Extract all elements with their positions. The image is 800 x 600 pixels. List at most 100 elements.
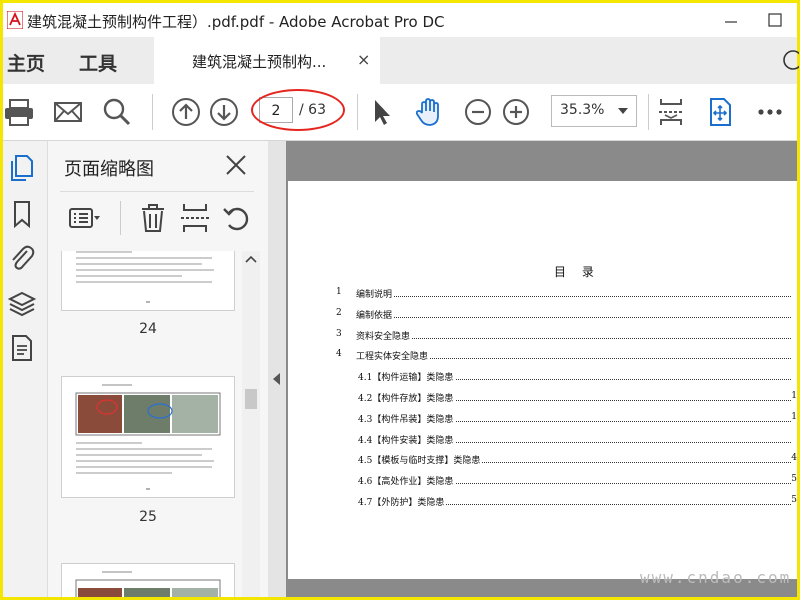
thumbnail-page-content xyxy=(75,384,221,490)
more-options-icon[interactable] xyxy=(754,96,786,128)
print-icon[interactable] xyxy=(3,96,35,128)
window-title: 建筑混凝土预制构件工程）.pdf.pdf - Adobe Acrobat Pro… xyxy=(27,13,445,31)
title-bar: 建筑混凝土预制构件工程）.pdf.pdf - Adobe Acrobat Pro… xyxy=(3,3,797,37)
tab-strip: 主页 工具 建筑混凝土预制构... × xyxy=(3,37,799,84)
toc-entry-text: 4.6【高处作业】类隐患 xyxy=(358,474,456,488)
thumbnail-page[interactable] xyxy=(61,376,235,498)
toc-entry-text: 编制依据 xyxy=(356,307,395,321)
thumbnail-list: 24 25 xyxy=(48,251,268,597)
toc-entry[interactable]: 4.7【外防护】类隐患 5 xyxy=(288,495,797,511)
toolbar-separator xyxy=(152,94,153,130)
minimize-button[interactable] xyxy=(709,3,753,37)
previous-page-icon[interactable] xyxy=(170,96,202,128)
toc-title: 目 录 xyxy=(554,265,600,279)
main-toolbar: 2 / 63 35.3% xyxy=(3,84,797,141)
toc-entry-text: 资料安全隐患 xyxy=(356,328,413,342)
bookmark-icon[interactable] xyxy=(7,199,37,229)
acrobat-logo-icon xyxy=(7,11,23,29)
page-thumbnails-icon[interactable] xyxy=(7,153,37,183)
toc-entry-text: 4.4【构件安装】类隐患 xyxy=(358,432,456,446)
watermark-text: www.cndao.com xyxy=(640,568,792,587)
tab-home[interactable]: 主页 xyxy=(7,49,45,76)
toc-leader-dots xyxy=(356,337,791,339)
search-icon[interactable] xyxy=(101,96,133,128)
toc-entry[interactable]: 4.1【构件运输】类隐患 xyxy=(288,370,797,386)
toc-entry[interactable]: 4.2【构件存放】类隐患 1 xyxy=(288,391,797,407)
toc-entry-number: 2 xyxy=(336,307,342,318)
scrollbar-thumb[interactable] xyxy=(245,389,257,409)
help-icon[interactable] xyxy=(783,49,799,71)
toc-entry-number: 4 xyxy=(336,349,342,360)
toc-entry[interactable]: 3 资料安全隐患 xyxy=(288,328,797,345)
panel-title: 页面缩略图 xyxy=(64,159,154,180)
zoom-out-icon[interactable] xyxy=(462,96,494,128)
document-page: 目 录 1 编制说明 2 编制依据 3 资料安全隐患 4 工程实体安全隐患 4.1【构件运输】类… xyxy=(288,181,797,579)
toc-entry-page: 5 xyxy=(791,495,797,505)
minimize-icon xyxy=(725,21,737,23)
close-icon[interactable] xyxy=(224,153,248,177)
zoom-dropdown[interactable]: 35.3% xyxy=(551,95,637,127)
toolbar-separator xyxy=(357,94,358,130)
select-cursor-icon[interactable] xyxy=(365,96,397,128)
rotate-icon[interactable] xyxy=(220,201,254,235)
thumbnails-panel: 页面缩略图 24 25 xyxy=(48,141,268,597)
next-page-icon[interactable] xyxy=(208,96,240,128)
toc-entry-page: 1 xyxy=(791,391,797,401)
thumbnail-page[interactable] xyxy=(61,563,235,597)
delete-icon[interactable] xyxy=(136,201,170,235)
toc-entry-text: 4.1【构件运输】类隐患 xyxy=(358,370,456,384)
document-properties-icon[interactable] xyxy=(7,333,37,363)
toc-entry-text: 4.5【模板与临时支撑】类隐患 xyxy=(358,453,483,467)
toc-entry-number: 3 xyxy=(336,328,342,339)
toolbar-separator xyxy=(648,94,649,130)
toc-entry[interactable]: 1 编制说明 xyxy=(288,287,797,303)
thumbnail-page-content xyxy=(75,571,221,597)
thumbnail-page-number: 25 xyxy=(139,509,157,525)
layers-icon[interactable] xyxy=(7,289,37,319)
toc-entry-page: 4 xyxy=(791,453,797,464)
toc-entry-text: 4.7【外防护】类隐患 xyxy=(358,495,447,508)
toc-entry-text: 4.2【构件存放】类隐患 xyxy=(358,391,456,404)
attachment-icon[interactable] xyxy=(7,243,37,273)
email-icon[interactable] xyxy=(52,96,84,128)
toc-entry[interactable]: 2 编制依据 xyxy=(288,307,797,324)
chevron-left-icon xyxy=(273,373,280,385)
zoom-in-icon[interactable] xyxy=(500,96,532,128)
toc-entry[interactable]: 4.5【模板与临时支撑】类隐患 4 xyxy=(288,453,797,469)
thumbnail-page[interactable] xyxy=(61,251,235,311)
close-tab-button[interactable]: × xyxy=(357,50,370,69)
fit-page-icon[interactable] xyxy=(655,96,687,128)
tab-document[interactable]: 建筑混凝土预制构... × xyxy=(154,37,380,84)
document-tab-label: 建筑混凝土预制构... xyxy=(192,53,327,71)
chevron-down-icon xyxy=(618,108,628,114)
toc-entry-page: 1 xyxy=(791,411,797,422)
rotate-scan-icon[interactable] xyxy=(704,96,736,128)
options-menu-icon[interactable] xyxy=(68,201,102,235)
annotation-highlight-ellipse xyxy=(251,89,345,131)
document-viewer: 目 录 1 编制说明 2 编制依据 3 资料安全隐患 4 工程实体安全隐患 4.1【构件运输】类… xyxy=(286,141,797,597)
panel-divider xyxy=(60,191,254,192)
toc-entry[interactable]: 4.6【高处作业】类隐患 5 xyxy=(288,474,797,490)
thumbnail-page-number: 24 xyxy=(139,321,157,337)
toc-entry-text: 工程实体安全隐患 xyxy=(356,349,431,363)
toc-entry[interactable]: 4.4【构件安装】类隐患 xyxy=(288,432,797,449)
zoom-value: 35.3% xyxy=(560,102,605,118)
toc-entry-number: 1 xyxy=(336,287,342,297)
toc-leader-dots xyxy=(356,296,791,297)
left-nav-rail xyxy=(3,141,48,597)
insert-page-icon[interactable] xyxy=(178,201,212,235)
toc-entry-text: 4.3【构件吊装】类隐患 xyxy=(358,411,456,425)
thumbnail-scrollbar[interactable] xyxy=(242,251,260,597)
toc-entry-text: 编制说明 xyxy=(356,287,395,300)
hand-tool-icon[interactable] xyxy=(413,96,445,128)
chevron-up-icon[interactable] xyxy=(242,251,260,267)
panel-toolbar-separator xyxy=(120,201,121,235)
toc-entry-page: 5 xyxy=(791,474,797,485)
maximize-button[interactable] xyxy=(753,3,797,37)
maximize-icon xyxy=(768,13,782,27)
toc-entry[interactable]: 4 工程实体安全隐患 xyxy=(288,349,797,365)
panel-collapse-handle[interactable] xyxy=(268,141,286,597)
tab-tools[interactable]: 工具 xyxy=(79,49,117,76)
toc-entry[interactable]: 4.3【构件吊装】类隐患 1 xyxy=(288,411,797,428)
toc-leader-dots xyxy=(356,316,791,318)
